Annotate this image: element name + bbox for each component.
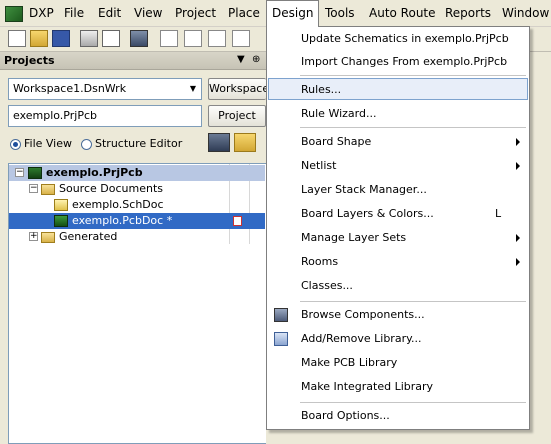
menu-view[interactable]: View [129, 0, 167, 26]
submenu-arrow-icon [516, 162, 520, 170]
menu-item-rules[interactable]: Rules... [268, 78, 528, 100]
open-folder-icon[interactable] [30, 30, 48, 47]
menu-item-make-pcb-library[interactable]: Make PCB Library [268, 352, 528, 374]
panel-pin-icon[interactable]: ⊕ [252, 54, 260, 65]
library-book-icon [274, 332, 288, 346]
project-field[interactable]: exemplo.PrjPcb [8, 105, 202, 127]
projects-panel-header: Projects ▼ ⊕ [0, 52, 266, 70]
expand-icon[interactable]: + [29, 232, 38, 241]
tree-item-label: exemplo.PrjPcb [46, 166, 143, 179]
tree-item-source-documents[interactable]: − Source Documents [9, 181, 265, 197]
project-tree: − exemplo.PrjPcb − Source Documents exem… [8, 163, 266, 444]
folder-icon [41, 184, 55, 195]
workspace-button[interactable]: Workspace [208, 78, 266, 100]
zoom-fit-icon[interactable] [184, 30, 202, 47]
file-view-radio[interactable] [10, 139, 21, 150]
menu-reports[interactable]: Reports [440, 0, 496, 26]
new-file-icon[interactable] [8, 30, 26, 47]
tree-item-label: Source Documents [59, 182, 163, 195]
submenu-arrow-icon [516, 258, 520, 266]
menu-item-classes[interactable]: Classes... [268, 275, 528, 297]
menu-item-update-schematics[interactable]: Update Schematics in exemplo.PrjPcb [268, 28, 528, 50]
pcb-project-icon [28, 167, 42, 179]
menu-item-board-layers-colors[interactable]: Board Layers & Colors... L [268, 203, 528, 225]
zoom-icon[interactable] [160, 30, 178, 47]
browse-icon[interactable] [232, 30, 250, 47]
print-icon[interactable] [80, 30, 98, 47]
workspace-combo-value: Workspace1.DsnWrk [13, 82, 127, 95]
menu-item-browse-components[interactable]: Browse Components... [268, 304, 528, 326]
browse-components-icon [274, 308, 288, 322]
menu-window[interactable]: Window [497, 0, 551, 26]
dxp-logo-icon[interactable] [5, 6, 23, 22]
menu-item-layer-stack-manager[interactable]: Layer Stack Manager... [268, 179, 528, 201]
print-preview-icon[interactable] [102, 30, 120, 47]
structure-editor-radio[interactable] [81, 139, 92, 150]
menu-item-netlist[interactable]: Netlist [268, 155, 528, 177]
pcb-doc-icon [54, 215, 68, 227]
chevron-down-icon[interactable]: ▼ [185, 79, 201, 99]
save-icon[interactable] [52, 30, 70, 47]
menu-item-board-options[interactable]: Board Options... [268, 405, 528, 427]
cross-probe-icon[interactable] [208, 30, 226, 47]
workspace-combo[interactable]: Workspace1.DsnWrk ▼ [8, 78, 202, 100]
menu-item-add-remove-library[interactable]: Add/Remove Library... [268, 328, 528, 350]
folder-options-icon[interactable] [234, 133, 256, 152]
menu-item-manage-layer-sets[interactable]: Manage Layer Sets [268, 227, 528, 249]
submenu-arrow-icon [516, 234, 520, 242]
projects-panel-title: Projects [4, 54, 55, 67]
component-icon[interactable] [130, 30, 148, 47]
compile-icon[interactable] [208, 133, 230, 152]
menu-item-make-integrated-library[interactable]: Make Integrated Library [268, 376, 528, 398]
tree-item-generated[interactable]: + Generated [9, 229, 265, 245]
menu-dxp[interactable]: DXP [24, 0, 59, 26]
menu-item-board-shape[interactable]: Board Shape [268, 131, 528, 153]
menu-item-rooms[interactable]: Rooms [268, 251, 528, 273]
project-button[interactable]: Project [208, 105, 266, 127]
menu-separator [300, 75, 526, 76]
menu-tools[interactable]: Tools [320, 0, 360, 26]
menu-bar: DXP File Edit View Project Place Design … [0, 0, 551, 27]
design-dropdown-menu: Update Schematics in exemplo.PrjPcb Impo… [266, 26, 530, 430]
structure-editor-label: Structure Editor [95, 137, 183, 150]
menu-item-import-changes[interactable]: Import Changes From exemplo.PrjPcb [268, 51, 528, 73]
tree-item-pcbdoc[interactable]: exemplo.PcbDoc * [9, 213, 265, 229]
panel-menu-icon[interactable]: ▼ [237, 54, 245, 65]
menu-auto-route[interactable]: Auto Route [364, 0, 441, 26]
tree-item-project[interactable]: − exemplo.PrjPcb [9, 165, 265, 181]
menu-project[interactable]: Project [170, 0, 221, 26]
collapse-icon[interactable]: − [15, 168, 24, 177]
menu-file[interactable]: File [59, 0, 89, 26]
tree-item-schdoc[interactable]: exemplo.SchDoc [9, 197, 265, 213]
tree-item-label: Generated [59, 230, 118, 243]
modified-doc-icon [233, 216, 242, 226]
menu-separator [300, 301, 526, 302]
folder-icon [41, 232, 55, 243]
menu-item-shortcut: L [495, 207, 502, 220]
tree-item-label: exemplo.SchDoc [72, 198, 164, 211]
file-view-label: File View [24, 137, 73, 150]
tree-item-label: exemplo.PcbDoc * [72, 214, 173, 227]
menu-separator [300, 402, 526, 403]
menu-place[interactable]: Place [223, 0, 265, 26]
menu-edit[interactable]: Edit [93, 0, 126, 26]
collapse-icon[interactable]: − [29, 184, 38, 193]
submenu-arrow-icon [516, 138, 520, 146]
schematic-doc-icon [54, 199, 68, 211]
menu-design[interactable]: Design [266, 0, 320, 27]
menu-separator [300, 127, 526, 128]
menu-item-rule-wizard[interactable]: Rule Wizard... [268, 103, 528, 125]
